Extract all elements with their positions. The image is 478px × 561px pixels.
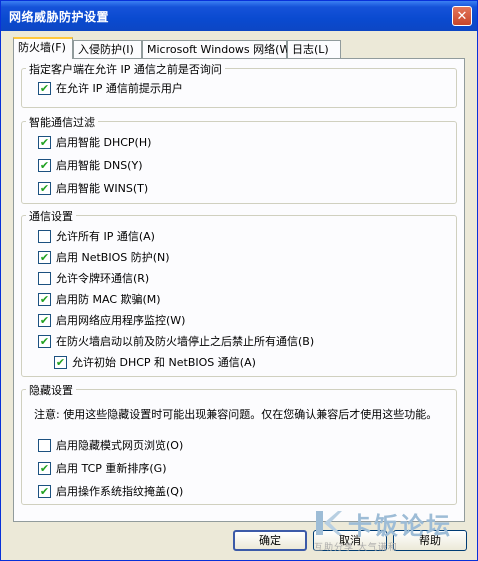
watermark: 卡饭论坛 互助分享 大气谦和 (314, 504, 474, 560)
checkmark-icon[interactable]: ✔ (38, 293, 51, 306)
checkbox-box[interactable] (38, 439, 51, 452)
group-smart-filter-legend: 智能通信过滤 (26, 114, 98, 130)
tab-intrusion-prevention[interactable]: 入侵防护(I) (73, 40, 142, 58)
checkbox-label: 启用智能 WINS(T) (56, 182, 149, 195)
tab-panel-firewall: 指定客户端在允许 IP 通信之前是否询问 ✔ 在允许 IP 通信前提示用户 智能… (13, 58, 465, 522)
checkbox-label: 在防火墙启动以前及防火墙停止之后禁止所有通信(B) (56, 335, 315, 348)
group-prompt-legend: 指定客户端在允许 IP 通信之前是否询问 (26, 61, 225, 77)
checkbox-label: 启用智能 DNS(Y) (56, 159, 143, 172)
checkmark-icon[interactable]: ✔ (38, 462, 51, 475)
dialog-window: 网络威胁防护设置 ✕ 防火墙(F) 入侵防护(I) Microsoft Wind… (0, 0, 478, 561)
group-prompt: 指定客户端在允许 IP 通信之前是否询问 ✔ 在允许 IP 通信前提示用户 (21, 61, 457, 108)
group-stealth: 隐藏设置 注意: 使用这些隐藏设置时可能出现兼容问题。仅在您确认兼容后才使用这些… (21, 382, 457, 505)
watermark-slogan: 互助分享 大气谦和 (314, 543, 398, 553)
close-icon: ✕ (456, 9, 468, 24)
checkmark-icon[interactable]: ✔ (38, 159, 51, 172)
checkmark-icon[interactable]: ✔ (38, 485, 51, 498)
checkbox-label: 允许初始 DHCP 和 NetBIOS 通信(A) (72, 356, 256, 369)
watermark-logo-icon (316, 511, 342, 535)
title-bar[interactable]: 网络威胁防护设置 ✕ (1, 1, 477, 31)
checkmark-icon[interactable]: ✔ (38, 314, 51, 327)
checkmark-icon[interactable]: ✔ (38, 335, 51, 348)
checkbox-label: 启用 NetBIOS 防护(N) (56, 251, 170, 264)
checkbox-label: 启用网络应用程序监控(W) (56, 314, 186, 327)
checkmark-icon[interactable]: ✔ (54, 356, 67, 369)
group-stealth-legend: 隐藏设置 (26, 382, 76, 398)
tab-windows-network[interactable]: Microsoft Windows 网络(W) (142, 40, 295, 58)
group-traffic: 通信设置 允许所有 IP 通信(A) ✔ 启用 NetBIOS 防护(N) 允许… (21, 208, 457, 377)
checkmark-icon[interactable]: ✔ (38, 136, 51, 149)
ok-button[interactable]: 确定 (233, 530, 307, 551)
tab-firewall[interactable]: 防火墙(F) (13, 37, 73, 59)
checkbox-box[interactable] (38, 230, 51, 243)
checkmark-icon[interactable]: ✔ (38, 82, 51, 95)
checkmark-icon[interactable]: ✔ (38, 182, 51, 195)
checkbox-label: 启用操作系统指纹掩盖(Q) (56, 485, 184, 498)
group-smart-filter: 智能通信过滤 ✔ 启用智能 DHCP(H) ✔ 启用智能 DNS(Y) ✔ 启用… (21, 114, 457, 204)
checkbox-label: 启用隐藏模式网页浏览(O) (56, 439, 184, 452)
close-button[interactable]: ✕ (452, 6, 472, 26)
checkbox-label: 启用 TCP 重新排序(G) (56, 462, 167, 475)
checkbox-box[interactable] (38, 272, 51, 285)
group-traffic-legend: 通信设置 (26, 208, 76, 224)
watermark-brand: 卡饭论坛 (348, 512, 452, 540)
checkbox-label: 启用智能 DHCP(H) (56, 136, 152, 149)
tab-log[interactable]: 日志(L) (287, 40, 341, 58)
checkbox-label: 允许所有 IP 通信(A) (56, 230, 155, 243)
checkmark-icon[interactable]: ✔ (38, 251, 51, 264)
checkbox-label: 启用防 MAC 欺骗(M) (56, 293, 161, 306)
stealth-note: 注意: 使用这些隐藏设置时可能出现兼容问题。仅在您确认兼容后才使用这些功能。 (34, 408, 438, 421)
checkbox-label: 允许令牌环通信(R) (56, 272, 150, 285)
window-title: 网络威胁防护设置 (9, 10, 110, 24)
checkbox-label: 在允许 IP 通信前提示用户 (56, 82, 183, 95)
